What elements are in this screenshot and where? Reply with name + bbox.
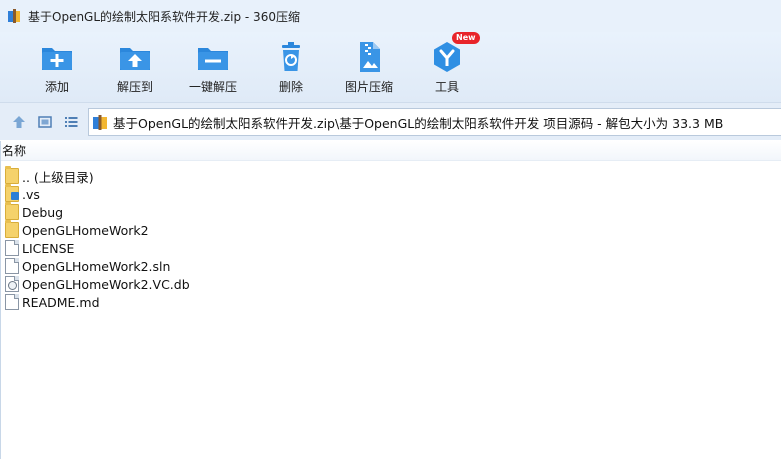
list-item[interactable]: README.md <box>5 293 781 311</box>
file-name: OpenGLHomeWork2.sln <box>22 258 171 274</box>
quick-extract-button[interactable]: 一键解压 <box>174 32 252 102</box>
path-text: 基于OpenGL的绘制太阳系软件开发.zip\基于OpenGL的绘制太阳系软件开… <box>113 115 724 131</box>
tools-label: 工具 <box>434 80 459 94</box>
extract-to-button[interactable]: 解压到 <box>96 32 174 102</box>
gear-icon <box>8 281 17 290</box>
title-bar: 基于OpenGL的绘制太阳系软件开发.zip - 360压缩 <box>0 0 781 32</box>
folder-icon <box>5 184 19 202</box>
path-field[interactable]: 基于OpenGL的绘制太阳系软件开发.zip\基于OpenGL的绘制太阳系软件开… <box>88 108 781 136</box>
database-file-icon <box>5 276 19 292</box>
list-view-button[interactable] <box>62 113 80 131</box>
column-header-name[interactable]: 名称 <box>1 141 781 161</box>
extract-to-label: 解压到 <box>116 80 153 94</box>
window-title: 基于OpenGL的绘制太阳系软件开发.zip - 360压缩 <box>28 9 300 24</box>
add-button[interactable]: 添加 <box>18 32 96 102</box>
file-name: .. (上级目录) <box>22 169 94 185</box>
file-name: .vs <box>22 186 40 202</box>
add-label: 添加 <box>44 80 69 94</box>
new-badge: New <box>452 32 480 44</box>
zip-archive-icon <box>93 114 109 130</box>
arrow-up-icon <box>10 115 28 134</box>
list-view-icon <box>62 116 80 134</box>
file-name: OpenGLHomeWork2.VC.db <box>22 276 190 292</box>
folder-icon <box>5 202 19 220</box>
list-item[interactable]: OpenGLHomeWork2.sln <box>5 257 781 275</box>
up-level-button[interactable] <box>10 113 28 131</box>
image-compress-button[interactable]: 图片压缩 <box>330 32 408 102</box>
delete-label: 删除 <box>278 80 303 94</box>
delete-button[interactable]: 删除 <box>252 32 330 102</box>
list-item[interactable]: OpenGLHomeWork2 <box>5 220 781 239</box>
file-rows: .. (上级目录) .vs Debug OpenGLHomeWork2 LICE… <box>1 161 781 311</box>
quick-extract-label: 一键解压 <box>188 80 237 94</box>
file-name: README.md <box>22 294 100 310</box>
add-folder-icon <box>40 40 74 74</box>
delete-icon <box>274 40 308 74</box>
folder-icon <box>5 166 19 184</box>
extract-to-icon <box>118 40 152 74</box>
file-icon <box>5 294 19 310</box>
file-icon <box>5 240 19 256</box>
image-compress-icon <box>352 40 386 74</box>
list-item[interactable]: OpenGLHomeWork2.VC.db <box>5 275 781 293</box>
folder-icon <box>5 220 19 238</box>
thumbnail-view-button[interactable] <box>36 113 54 131</box>
vs-badge-icon <box>11 192 19 200</box>
list-item[interactable]: .vs <box>5 184 781 203</box>
file-name: LICENSE <box>22 240 75 256</box>
tools-button[interactable]: New 工具 <box>408 32 486 102</box>
file-icon <box>5 258 19 274</box>
thumbnail-view-icon <box>36 115 54 134</box>
image-compress-label: 图片压缩 <box>344 80 393 94</box>
address-bar: 基于OpenGL的绘制太阳系软件开发.zip\基于OpenGL的绘制太阳系软件开… <box>0 102 781 140</box>
file-list: 名称 .. (上级目录) .vs Debug OpenGLHomeWork2 L… <box>0 141 781 459</box>
quick-extract-icon <box>196 40 230 74</box>
list-item[interactable]: LICENSE <box>5 239 781 257</box>
archive-app-icon <box>8 9 22 23</box>
file-name: OpenGLHomeWork2 <box>22 222 149 238</box>
file-name: Debug <box>22 204 64 220</box>
list-item[interactable]: .. (上级目录) <box>5 166 781 185</box>
main-toolbar: 添加 解压到 一键解压 删除 图片压缩 New 工具 <box>0 32 781 102</box>
list-item[interactable]: Debug <box>5 202 781 221</box>
tools-icon <box>430 40 464 74</box>
